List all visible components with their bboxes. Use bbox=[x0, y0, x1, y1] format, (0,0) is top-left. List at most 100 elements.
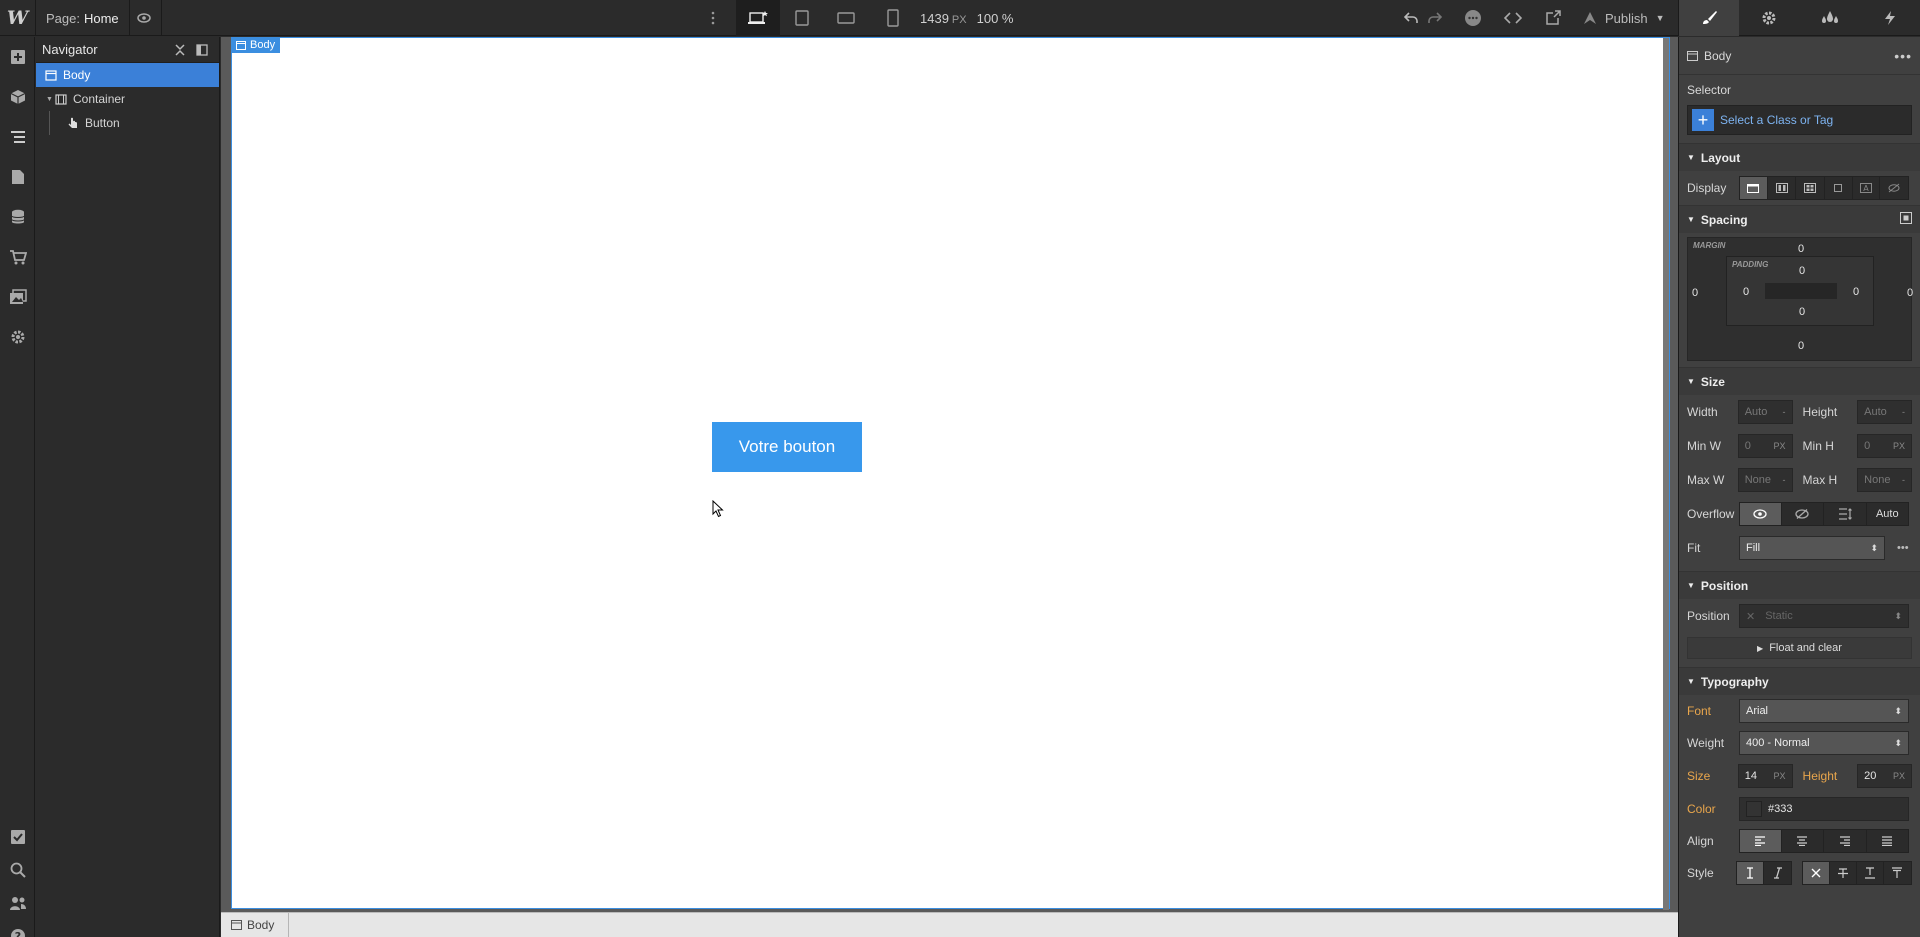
more-options-icon[interactable]: ••• bbox=[1897, 542, 1909, 554]
ecommerce-cart-icon[interactable] bbox=[0, 237, 35, 277]
caret-down-icon[interactable]: ▼ bbox=[46, 96, 54, 103]
padding-left-value[interactable]: 0 bbox=[1743, 286, 1749, 298]
margin-right-value[interactable]: 0 bbox=[1907, 287, 1913, 299]
selector-label: Selector bbox=[1687, 83, 1732, 97]
preview-eye-icon[interactable] bbox=[126, 0, 162, 36]
breadcrumb-body[interactable]: Body bbox=[221, 912, 290, 937]
color-swatch[interactable] bbox=[1746, 801, 1762, 817]
canvas-scrollbar[interactable] bbox=[1663, 38, 1669, 910]
style-manager-drops-icon[interactable] bbox=[1800, 0, 1860, 36]
cms-database-icon[interactable] bbox=[0, 197, 35, 237]
nav-item-body[interactable]: Body bbox=[36, 63, 219, 87]
navigator-icon[interactable] bbox=[0, 117, 35, 157]
display-grid-icon[interactable] bbox=[1796, 177, 1825, 199]
position-section-header[interactable]: ▼ Position bbox=[1679, 571, 1920, 599]
display-inline-icon[interactable]: A bbox=[1853, 177, 1881, 199]
more-vertical-icon[interactable] bbox=[695, 0, 731, 36]
display-none-icon[interactable] bbox=[1880, 177, 1908, 199]
selector-field[interactable]: + Select a Class or Tag bbox=[1687, 105, 1912, 135]
more-options-icon[interactable]: ••• bbox=[1894, 48, 1912, 64]
display-flex-icon[interactable] bbox=[1768, 177, 1797, 199]
site-settings-icon[interactable] bbox=[0, 317, 35, 357]
tablet-breakpoint-icon[interactable] bbox=[780, 0, 824, 36]
max-w-input[interactable]: None - bbox=[1737, 468, 1793, 492]
width-value: Auto bbox=[1744, 406, 1768, 418]
display-block-icon[interactable] bbox=[1740, 177, 1768, 199]
underline-icon[interactable] bbox=[1857, 862, 1884, 884]
webflow-logo[interactable]: W bbox=[0, 0, 36, 36]
padding-bottom-value[interactable]: 0 bbox=[1799, 306, 1805, 318]
canvas-width-unit: PX bbox=[951, 13, 967, 26]
publish-button[interactable]: Publish ▼ bbox=[1575, 0, 1673, 36]
redo-icon[interactable] bbox=[1424, 0, 1446, 36]
font-select[interactable]: Arial ⬍ bbox=[1739, 699, 1909, 723]
padding-top-value[interactable]: 0 bbox=[1799, 265, 1805, 277]
min-w-input[interactable]: 0 PX bbox=[1737, 434, 1793, 458]
undo-icon[interactable] bbox=[1400, 0, 1422, 36]
desktop-breakpoint-icon[interactable] bbox=[736, 0, 780, 36]
votre-bouton-button[interactable]: Votre bouton bbox=[712, 422, 862, 472]
strikethrough-icon[interactable] bbox=[1830, 862, 1858, 884]
navigator-panel: Navigator Body ▼ Container Button bbox=[36, 37, 220, 937]
nav-item-button[interactable]: Button bbox=[36, 111, 219, 135]
overflow-visible-icon[interactable] bbox=[1740, 503, 1782, 525]
layout-section-header[interactable]: ▼ Layout bbox=[1679, 143, 1920, 171]
page-selector[interactable]: Page: Home bbox=[36, 0, 130, 36]
height-input[interactable]: Auto - bbox=[1857, 400, 1912, 424]
float-and-clear-button[interactable]: ▶ Float and clear bbox=[1687, 637, 1912, 659]
caret-down-icon: ▼ bbox=[1687, 215, 1695, 224]
typography-section-header[interactable]: ▼ Typography bbox=[1679, 667, 1920, 695]
align-right-icon[interactable] bbox=[1824, 830, 1867, 852]
share-icon[interactable] bbox=[1535, 0, 1571, 36]
publish-icon bbox=[1584, 12, 1596, 24]
page-body[interactable]: Votre bouton bbox=[231, 37, 1670, 910]
decoration-none-icon[interactable] bbox=[1803, 862, 1830, 884]
help-icon[interactable]: ? bbox=[0, 916, 35, 937]
align-left-icon[interactable] bbox=[1740, 830, 1782, 852]
overflow-scroll-icon[interactable] bbox=[1824, 503, 1867, 525]
margin-top-value[interactable]: 0 bbox=[1798, 243, 1804, 255]
min-h-input[interactable]: 0 PX bbox=[1857, 434, 1912, 458]
mobile-portrait-icon[interactable] bbox=[871, 0, 915, 36]
padding-right-value[interactable]: 0 bbox=[1853, 286, 1859, 298]
overflow-auto-option[interactable]: Auto bbox=[1867, 503, 1909, 525]
align-center-icon[interactable] bbox=[1782, 830, 1825, 852]
max-h-value: None bbox=[1864, 474, 1891, 486]
margin-bottom-value[interactable]: 0 bbox=[1798, 340, 1804, 352]
weight-select[interactable]: 400 - Normal ⬍ bbox=[1739, 731, 1909, 755]
style-regular-icon[interactable] bbox=[1737, 862, 1765, 884]
display-inline-block-icon[interactable] bbox=[1825, 177, 1853, 199]
add-elements-icon[interactable] bbox=[0, 37, 35, 77]
interactions-bolt-icon[interactable] bbox=[1860, 0, 1920, 36]
settings-gear-icon[interactable] bbox=[1739, 0, 1799, 36]
collapse-all-icon[interactable] bbox=[169, 43, 191, 56]
spacing-preset-icon[interactable] bbox=[1900, 212, 1912, 227]
size-section-header[interactable]: ▼ Size bbox=[1679, 367, 1920, 395]
spacing-section-header[interactable]: ▼ Spacing bbox=[1679, 205, 1920, 233]
fit-select[interactable]: Fill ⬍ bbox=[1739, 536, 1885, 560]
mouse-cursor-icon bbox=[712, 499, 724, 521]
nav-item-container[interactable]: ▼ Container bbox=[36, 87, 219, 111]
pages-icon[interactable] bbox=[0, 157, 35, 197]
font-row: Font Arial ⬍ bbox=[1679, 695, 1920, 727]
dock-panel-icon[interactable] bbox=[191, 43, 213, 56]
symbols-icon[interactable] bbox=[0, 77, 35, 117]
style-brush-icon[interactable] bbox=[1679, 0, 1740, 36]
page-name: Home bbox=[83, 10, 119, 26]
max-w-label: Max W bbox=[1687, 473, 1725, 487]
width-input[interactable]: Auto - bbox=[1737, 400, 1793, 424]
max-h-input[interactable]: None - bbox=[1857, 468, 1912, 492]
overflow-hidden-icon[interactable] bbox=[1782, 503, 1825, 525]
overline-icon[interactable] bbox=[1884, 862, 1911, 884]
code-export-icon[interactable] bbox=[1495, 0, 1531, 36]
position-select[interactable]: ✕ Static ⬍ bbox=[1739, 604, 1909, 628]
align-justify-icon[interactable] bbox=[1867, 830, 1909, 852]
margin-left-value[interactable]: 0 bbox=[1692, 287, 1698, 299]
color-input[interactable]: #333 bbox=[1739, 797, 1909, 821]
mobile-landscape-icon[interactable] bbox=[824, 0, 868, 36]
assets-images-icon[interactable] bbox=[0, 277, 35, 317]
comments-icon[interactable] bbox=[1455, 0, 1491, 36]
style-italic-icon[interactable] bbox=[1764, 862, 1791, 884]
line-height-input[interactable]: 20 PX bbox=[1857, 764, 1912, 788]
font-size-input[interactable]: 14 PX bbox=[1737, 764, 1793, 788]
